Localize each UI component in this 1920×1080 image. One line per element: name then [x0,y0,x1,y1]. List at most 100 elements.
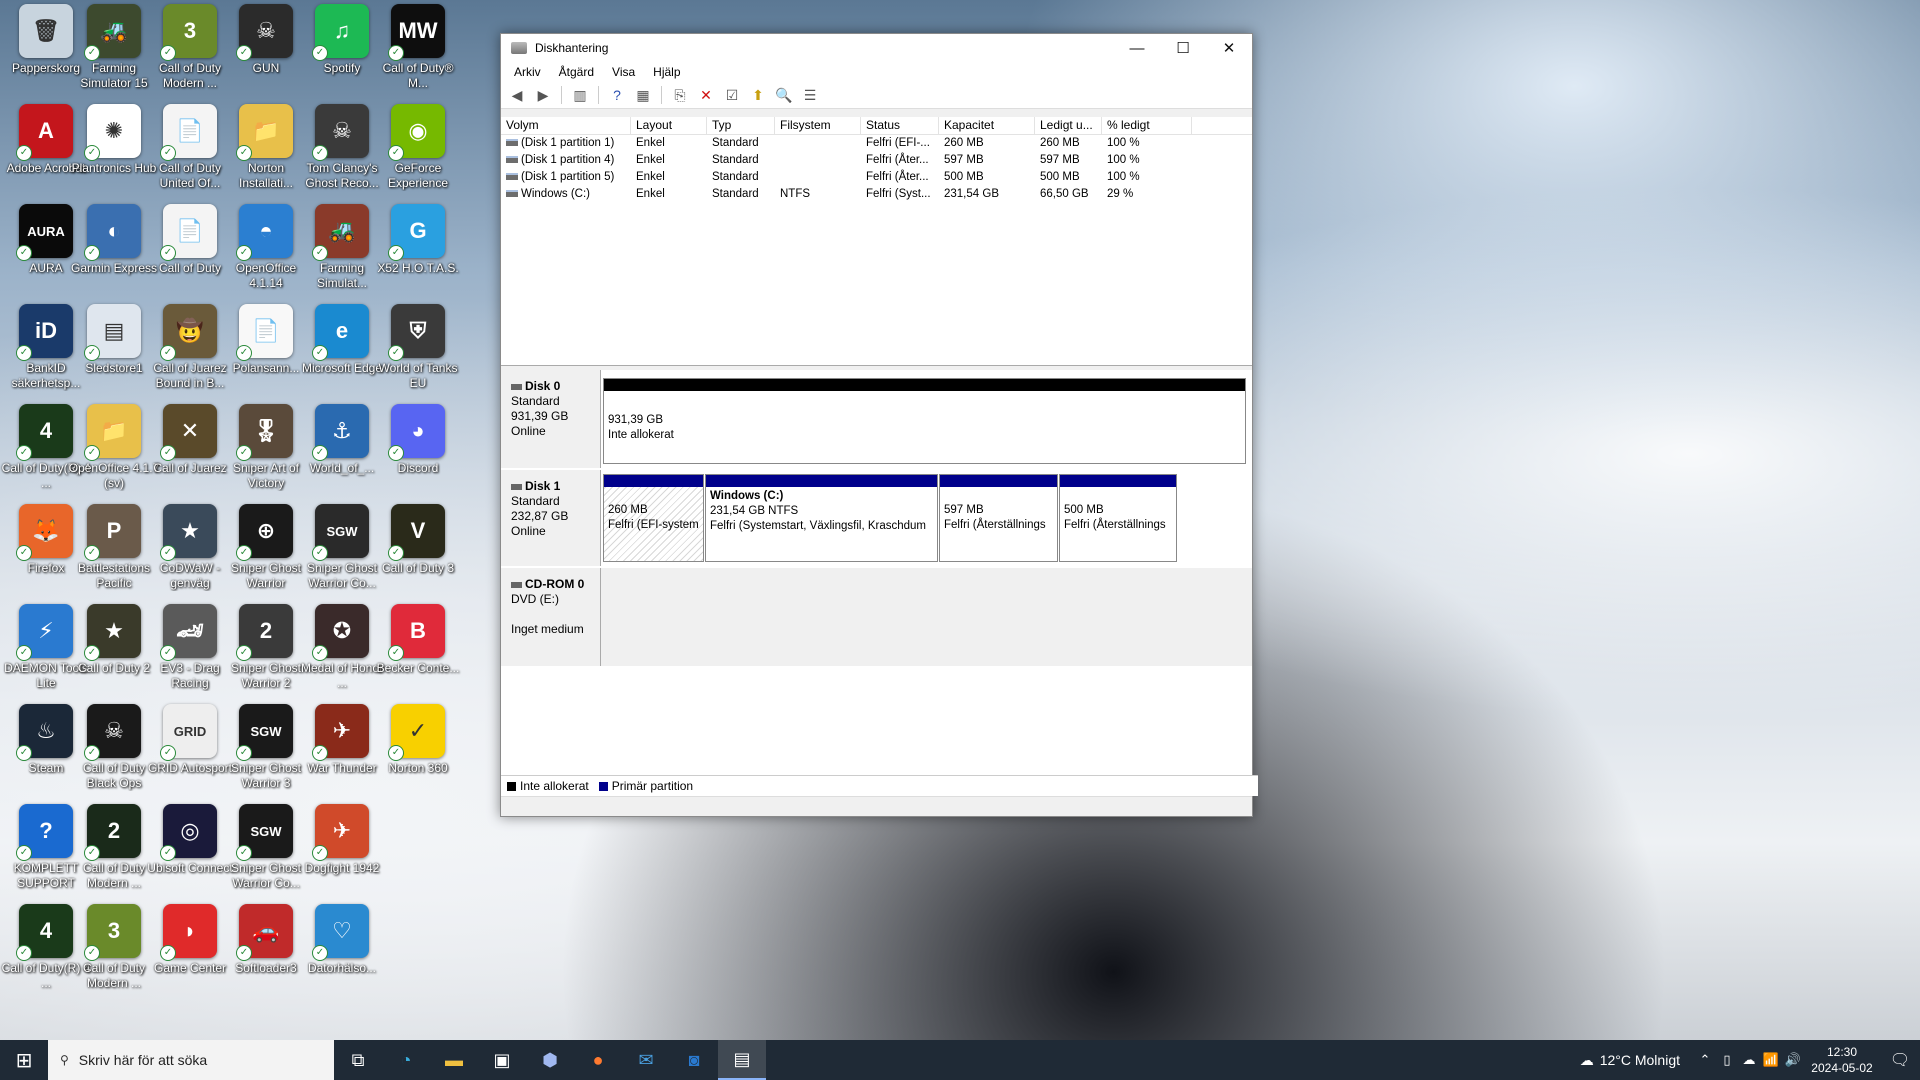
close-button[interactable]: ✕ [1206,34,1252,62]
task-view-icon[interactable]: ⧉ [334,1040,382,1080]
sync-check-icon: ✓ [312,845,328,861]
desktop: 🗑 Papperskorg 🚜 ✓ Farming Simulator 15 3 ✓ Call… [0,0,500,1040]
table-row[interactable]: Windows (C:) Enkel Standard NTFS Felfri (Sys… [501,186,1252,203]
cell-text: Standard [712,171,759,183]
table-cell: Felfri (Syst... [861,186,939,203]
title-bar[interactable]: Diskhantering — ☐ ✕ [501,34,1252,62]
column-procent-ledigt[interactable]: % ledigt [1102,117,1192,134]
app-icon: A ✓ [16,104,73,161]
console-tree-icon[interactable]: ▥ [570,85,590,105]
app-icon: ⊕ ✓ [236,504,293,561]
desktop-icon-label: Discord [397,461,439,475]
column-volym[interactable]: Volym [501,117,631,134]
disk-label[interactable]: Disk 1 Standard 232,87 GB Online [501,470,601,566]
device-icon[interactable]: ▯ [1716,1052,1738,1068]
onedrive-icon[interactable]: ☁ [1738,1052,1760,1068]
search-folder-icon[interactable]: 🔍 [774,85,794,105]
connect-disk-icon[interactable]: ⎘ [670,85,690,105]
recovery-partition[interactable]: 500 MB Felfri (Återställnings [1059,474,1177,562]
table-cell: Standard [707,152,775,169]
disk-label[interactable]: Disk 0 Standard 931,39 GB Online [501,370,601,468]
legend: Inte allokerat Primär partition [501,775,1258,796]
search-icon: ⚲ [60,1053,69,1067]
table-row[interactable]: (Disk 1 partition 1) Enkel Standard Felfri … [501,135,1252,152]
app-icon: SGW ✓ [236,704,293,761]
back-arrow-icon[interactable]: ◀ [507,85,527,105]
mail-icon[interactable]: ✉ [622,1040,670,1080]
search-box[interactable]: ⚲ Skriv här för att söka [48,1040,334,1080]
weather-widget[interactable]: ☁ 12°C Molnigt [1566,1052,1694,1069]
sync-check-icon: ✓ [16,445,32,461]
properties-icon[interactable]: ☰ [800,85,820,105]
recovery-partition[interactable]: 597 MB Felfri (Återställnings [939,474,1058,562]
table-cell: 597 MB [1035,152,1102,169]
delete-icon[interactable]: ✕ [696,85,716,105]
firefox-icon[interactable]: ● [574,1040,622,1080]
import-icon[interactable]: ⬆ [748,85,768,105]
store-icon[interactable]: ▣ [478,1040,526,1080]
desktop-icon[interactable]: B ✓ Becker Conte... [372,604,464,704]
outlook-icon[interactable]: ◙ [670,1040,718,1080]
network-icon[interactable]: 📶 [1760,1052,1782,1068]
chevron-up-icon[interactable]: ⌃ [1694,1052,1716,1068]
view-icon[interactable]: ▦ [633,85,653,105]
start-button[interactable]: ⊞ [0,1040,48,1080]
efi-partition[interactable]: 260 MB Felfri (EFI-system [603,474,704,562]
sync-check-icon: ✓ [236,645,252,661]
help-icon[interactable]: ? [607,85,627,105]
column-ledigt[interactable]: Ledigt u... [1035,117,1102,134]
menu-arkiv[interactable]: Arkiv [505,65,550,79]
minimize-button[interactable]: — [1114,34,1160,62]
menu-atgard[interactable]: Åtgärd [550,65,603,79]
column-typ[interactable]: Typ [707,117,775,134]
partition-header-bar [604,379,1245,391]
desktop-icon[interactable]: ◕ ✓ Discord [372,404,464,504]
app-icon[interactable]: ⬢ [526,1040,574,1080]
app-icon: ✕ ✓ [160,404,217,461]
disk-management-taskbar-icon[interactable]: ▤ [718,1040,766,1080]
status-bar [501,796,1252,816]
cloud-icon: ☁ [1579,1051,1594,1068]
column-layout[interactable]: Layout [631,117,707,134]
desktop-icon[interactable]: G ✓ X52 H.O.T.A.S. [372,204,464,304]
notification-icon[interactable]: 🗨 [1880,1050,1920,1070]
sync-check-icon: ✓ [160,945,176,961]
desktop-icon[interactable]: ♡ ✓ Datorhälso... [296,904,388,1004]
clock[interactable]: 12:30 2024-05-02 [1804,1044,1880,1076]
desktop-icon[interactable]: ✓ ✓ Norton 360 [372,704,464,804]
table-cell: Felfri (EFI-... [861,135,939,152]
file-explorer-icon[interactable]: ▬ [430,1040,478,1080]
forward-arrow-icon[interactable]: ▶ [533,85,553,105]
unallocated-partition[interactable]: 931,39 GB Inte allokerat [603,378,1246,464]
column-filsystem[interactable]: Filsystem [775,117,861,134]
volume-icon[interactable]: 🔊 [1782,1052,1804,1068]
edge-icon[interactable]: ◔ [382,1040,430,1080]
desktop-icon[interactable]: V ✓ Call of Duty 3 [372,504,464,604]
cell-text: Standard [712,188,759,200]
partition-header-bar [1060,475,1176,487]
app-icon: ▤ ✓ [84,304,141,361]
table-row[interactable]: (Disk 1 partition 5) Enkel Standard Felfri … [501,169,1252,186]
column-kapacitet[interactable]: Kapacitet [939,117,1035,134]
table-cell: Felfri (Åter... [861,152,939,169]
check-icon[interactable]: ☑ [722,85,742,105]
desktop-icon[interactable]: ✈ ✓ Dogfight 1942 [296,804,388,904]
disk-label[interactable]: CD-ROM 0 DVD (E:) Inget medium [501,568,601,666]
desktop-icon[interactable]: ◉ ✓ GeForce Experience [372,104,464,204]
table-cell: (Disk 1 partition 1) [501,135,631,152]
menu-hjalp[interactable]: Hjälp [644,65,689,79]
app-icon: ✈ ✓ [312,704,369,761]
desktop-icon[interactable]: MW ✓ Call of Duty® M... [372,4,464,104]
sync-check-icon: ✓ [388,445,404,461]
sync-check-icon: ✓ [236,845,252,861]
app-icon: 📄 ✓ [160,204,217,261]
column-status[interactable]: Status [861,117,939,134]
sync-check-icon: ✓ [160,845,176,861]
disk-state: Inget medium [511,622,584,636]
maximize-button[interactable]: ☐ [1160,34,1206,62]
menu-visa[interactable]: Visa [603,65,644,79]
windows-c-partition[interactable]: Windows (C:) 231,54 GB NTFS Felfri (Syst… [705,474,938,562]
desktop-icon[interactable]: ⛨ ✓ World of Tanks EU [372,304,464,404]
table-row[interactable]: (Disk 1 partition 4) Enkel Standard Felfri … [501,152,1252,169]
sync-check-icon: ✓ [388,345,404,361]
